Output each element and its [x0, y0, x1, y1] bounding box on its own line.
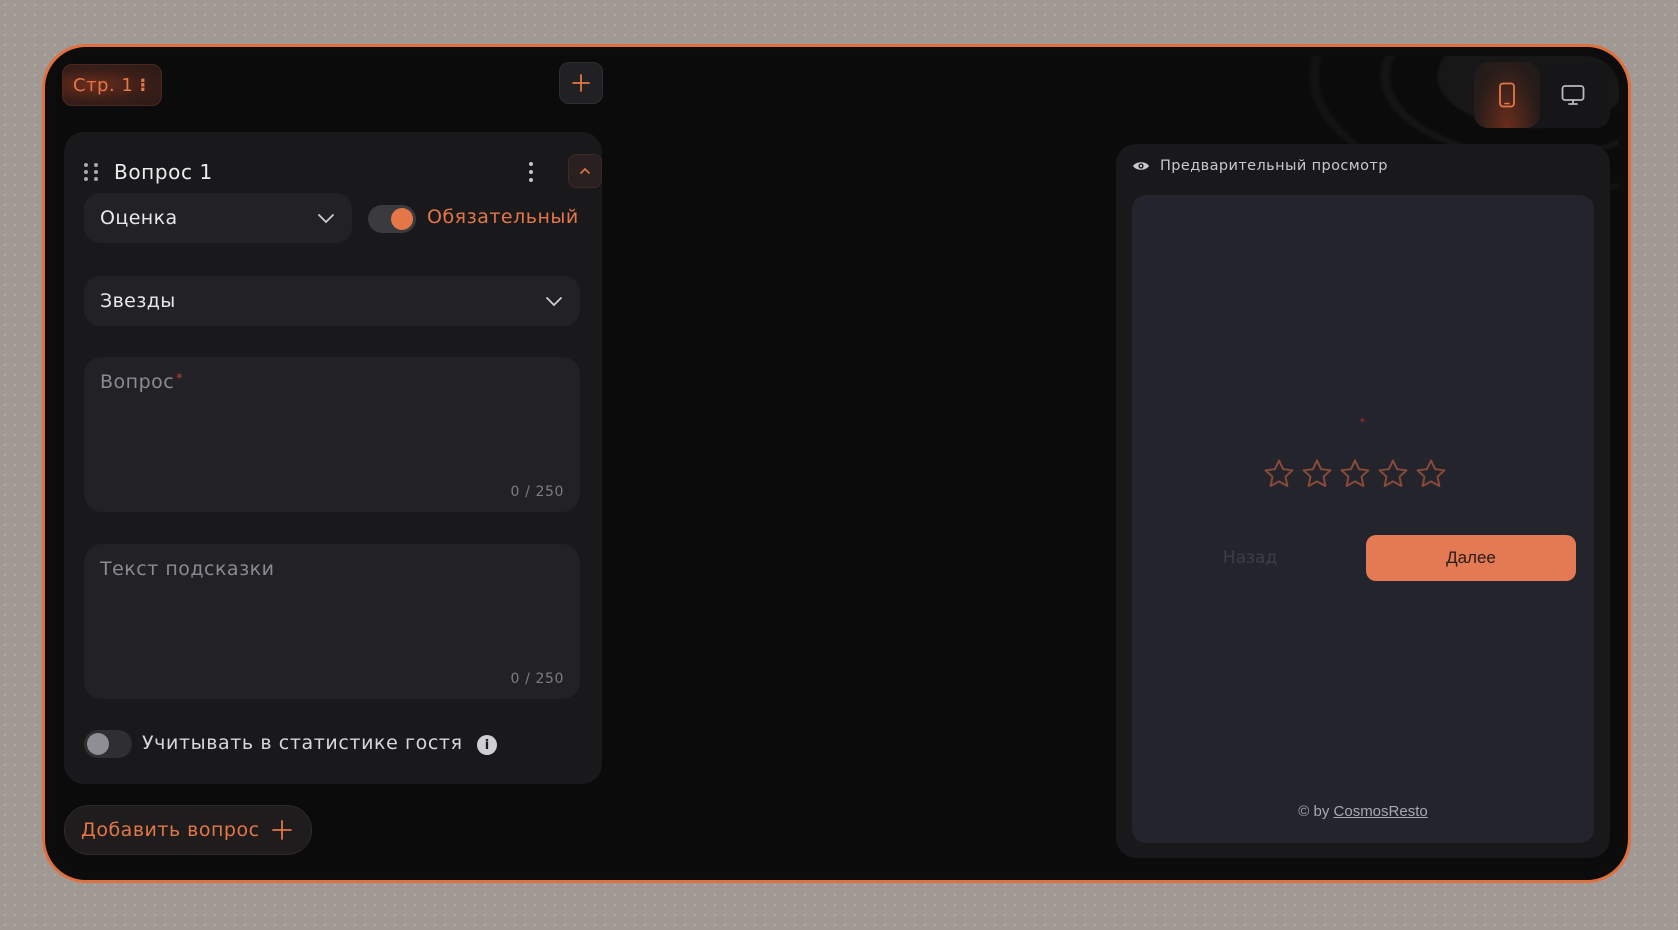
footer-prefix: © by [1298, 803, 1330, 820]
preview-header: Предварительный просмотр [1132, 158, 1388, 174]
collapse-button[interactable] [568, 154, 602, 188]
question-type-value: Оценка [100, 207, 178, 229]
info-icon[interactable]: i [477, 735, 497, 755]
star-icon[interactable] [1262, 457, 1296, 491]
star-icon[interactable] [1300, 457, 1334, 491]
star-icon[interactable] [1376, 457, 1410, 491]
mobile-view-button[interactable] [1474, 62, 1540, 128]
preview-title: Предварительный просмотр [1160, 158, 1388, 174]
chevron-down-icon [318, 214, 334, 224]
plus-icon [271, 820, 292, 840]
add-question-button[interactable]: Добавить вопрос [64, 805, 312, 855]
question-header: Вопрос 1 [84, 154, 602, 190]
question-placeholder-text: Вопрос [100, 371, 175, 393]
phone-icon [1499, 82, 1515, 108]
add-question-label: Добавить вопрос [81, 819, 260, 841]
preview-screen: * Назад Далее © by CosmosResto [1132, 195, 1594, 843]
preview-footer: © by CosmosResto [1132, 803, 1594, 820]
chevron-down-icon [546, 297, 562, 307]
guest-stats-label: Учитывать в статистике гостя [142, 732, 463, 754]
monitor-icon [1561, 85, 1585, 105]
required-asterisk: * [176, 371, 183, 385]
required-toggle-knob [391, 208, 413, 230]
page-tab-1[interactable]: Стр. 1 ⁝ [62, 64, 162, 106]
drag-handle-icon[interactable] [84, 161, 100, 183]
plus-icon [572, 74, 590, 92]
preview-required-asterisk: * [1360, 417, 1365, 428]
rating-style-value: Звезды [100, 290, 176, 312]
question-menu-icon[interactable] [524, 158, 538, 186]
page-tab-label: Стр. 1 [73, 74, 134, 96]
preview-panel: Предварительный просмотр * Назад Далее ©… [1116, 144, 1610, 858]
hint-text-placeholder: Текст подсказки [100, 558, 275, 580]
guest-stats-toggle-knob [87, 733, 109, 755]
question-type-select[interactable]: Оценка [84, 193, 352, 243]
desktop-view-button[interactable] [1540, 62, 1606, 128]
star-rating[interactable] [1262, 457, 1448, 491]
question-title: Вопрос 1 [114, 160, 213, 184]
required-toggle[interactable] [368, 205, 416, 233]
back-button[interactable]: Назад [1150, 535, 1350, 581]
guest-stats-toggle[interactable] [84, 730, 132, 758]
hint-text-field[interactable]: Текст подсказки 0 / 250 [84, 544, 580, 699]
footer-link[interactable]: CosmosResto [1334, 803, 1428, 820]
eye-icon [1133, 162, 1149, 170]
rating-style-select[interactable]: Звезды [84, 276, 580, 326]
question-text-placeholder: Вопрос * [100, 371, 183, 393]
device-switch [1474, 62, 1610, 128]
chevron-up-icon [580, 167, 590, 174]
star-icon[interactable] [1414, 457, 1448, 491]
star-icon[interactable] [1338, 457, 1372, 491]
hint-char-counter: 0 / 250 [510, 671, 564, 687]
page-tab-menu-icon[interactable]: ⁝ [139, 75, 146, 96]
question-text-field[interactable]: Вопрос * 0 / 250 [84, 357, 580, 512]
required-label: Обязательный [427, 206, 579, 228]
question-char-counter: 0 / 250 [510, 484, 564, 500]
add-page-button[interactable] [559, 62, 603, 104]
next-button[interactable]: Далее [1366, 535, 1576, 581]
